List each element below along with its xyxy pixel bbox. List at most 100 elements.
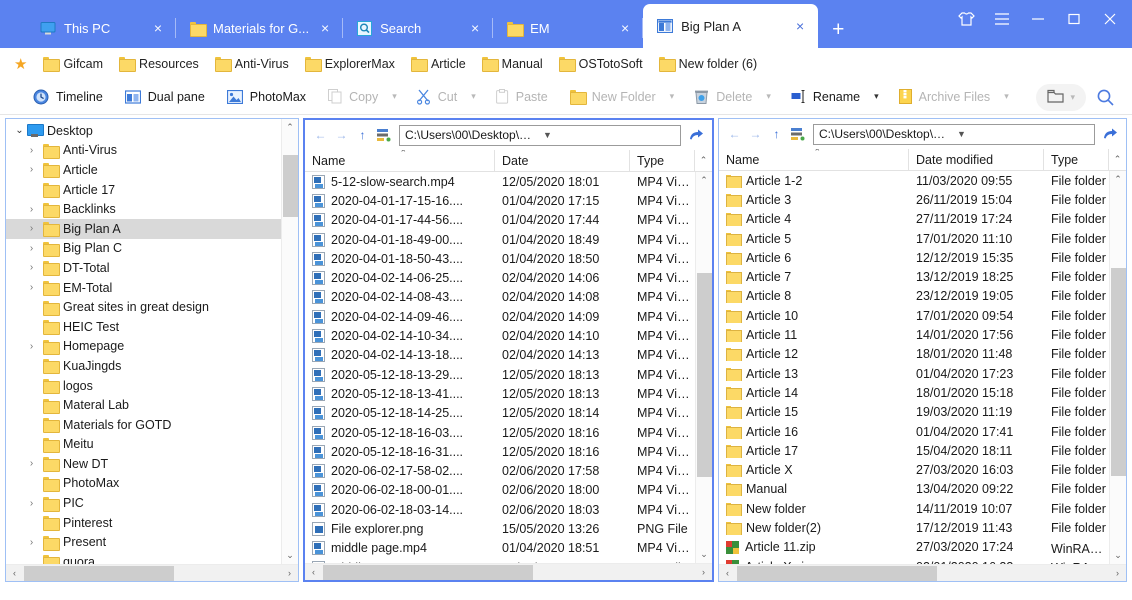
chevron-down-icon[interactable]: ▾ (468, 91, 485, 102)
tab-materials-for-g[interactable]: Materials for G... × (176, 8, 344, 48)
scroll-left-arrow[interactable]: ‹ (305, 567, 322, 577)
right-file-list[interactable]: Article 1-2 11/03/2020 09:55 File folder Ar… (719, 171, 1109, 564)
table-row[interactable]: 2020-04-02-14-13-18.... 02/04/2020 14:13 M… (305, 346, 695, 365)
scroll-left-arrow[interactable]: ‹ (6, 568, 23, 578)
column-header-name[interactable]: Name ⌃ (719, 148, 909, 171)
right-scroll-thumb[interactable] (1111, 268, 1126, 476)
scroll-right-arrow[interactable]: › (695, 567, 712, 577)
toolbar-dual-pane[interactable]: Dual pane (114, 86, 216, 108)
table-row[interactable]: Article X 27/03/2020 16:03 File folder (719, 460, 1109, 479)
view-mode-button[interactable]: ▾ (1036, 83, 1086, 111)
chevron-right-icon[interactable]: › (24, 204, 39, 215)
chevron-down-icon[interactable]: ▾ (1001, 91, 1018, 102)
tree-item-anti-virus[interactable]: › Anti-Virus (6, 141, 281, 161)
close-icon[interactable]: × (467, 21, 483, 35)
table-row[interactable]: Article 10 17/01/2020 09:54 File folder (719, 306, 1109, 325)
right-address-input[interactable]: C:\Users\00\Desktop\Article ▼ (813, 123, 1095, 145)
scroll-up-arrow[interactable]: ⌃ (282, 119, 298, 136)
bookmark-item[interactable]: Manual (474, 54, 551, 74)
tree-item-backlinks[interactable]: › Backlinks (6, 199, 281, 219)
column-header-type[interactable]: Type (1044, 148, 1109, 171)
back-button[interactable]: ← (724, 122, 745, 146)
close-button[interactable] (1094, 6, 1126, 32)
chevron-right-icon[interactable]: › (24, 223, 39, 234)
bookmark-item[interactable]: ExplorerMax (297, 54, 403, 74)
chevron-right-icon[interactable]: › (24, 243, 39, 254)
right-vertical-scrollbar[interactable]: ⌃ ⌄ (1109, 171, 1126, 564)
forward-button[interactable]: → (331, 123, 352, 147)
close-icon[interactable]: × (617, 21, 633, 35)
column-header-scroll-cap[interactable]: ⌃ (695, 150, 712, 172)
table-row[interactable]: New folder(2) 17/12/2019 11:43 File folder (719, 518, 1109, 537)
close-icon[interactable]: × (317, 21, 333, 35)
right-hscroll-thumb[interactable] (737, 566, 937, 581)
tree-item-big-plan-a[interactable]: › Big Plan A (6, 218, 281, 239)
left-scroll-thumb[interactable] (697, 273, 712, 477)
up-button[interactable]: ↑ (766, 122, 787, 146)
tree-item-pic[interactable]: › PIC (6, 493, 281, 513)
table-row[interactable]: Article 7 13/12/2019 18:25 File folder (719, 267, 1109, 286)
go-button[interactable] (685, 123, 707, 147)
menu-icon[interactable] (986, 6, 1018, 32)
chevron-right-icon[interactable]: › (24, 537, 39, 548)
tree-item-article[interactable]: › Article (6, 160, 281, 180)
column-header-type[interactable]: Type (630, 149, 695, 172)
toolbar-cut[interactable]: Cut (406, 85, 468, 109)
tree-item-present[interactable]: › Present (6, 532, 281, 552)
bookmark-item[interactable]: Anti-Virus (207, 54, 297, 74)
right-horizontal-scrollbar[interactable]: ‹ › (719, 564, 1126, 581)
chevron-right-icon[interactable]: › (24, 262, 39, 273)
scroll-down-arrow[interactable]: ⌄ (282, 547, 298, 564)
table-row[interactable]: 2020-04-01-18-49-00.... 01/04/2020 18:49 M… (305, 230, 695, 249)
chevron-down-icon[interactable]: ▾ (871, 91, 888, 102)
left-horizontal-scrollbar[interactable]: ‹ › (305, 563, 712, 580)
toolbar-new-folder[interactable]: New Folder (559, 86, 667, 108)
table-row[interactable]: Article 1-2 11/03/2020 09:55 File folder (719, 171, 1109, 190)
chevron-down-icon[interactable]: ⌄ (12, 125, 27, 136)
table-row[interactable]: Article 13 01/04/2020 17:23 File folder (719, 364, 1109, 383)
table-row[interactable]: 2020-04-01-18-50-43.... 01/04/2020 18:50 M… (305, 249, 695, 268)
new-tab-button[interactable]: + (818, 19, 858, 48)
breadcrumb-icon[interactable] (787, 122, 809, 146)
table-row[interactable]: 2020-04-02-14-08-43.... 02/04/2020 14:08 M… (305, 288, 695, 307)
star-icon[interactable]: ★ (10, 55, 35, 73)
tab-search[interactable]: Search × (343, 8, 494, 48)
chevron-down-icon[interactable]: ▼ (538, 130, 676, 140)
toolbar-timeline[interactable]: Timeline (22, 85, 114, 109)
left-address-input[interactable]: C:\Users\00\Desktop\Big Plan A ▼ (399, 124, 681, 146)
table-row[interactable]: 2020-05-12-18-16-31.... 12/05/2020 18:16 M… (305, 442, 695, 461)
chevron-right-icon[interactable]: › (24, 145, 39, 156)
table-row[interactable]: 2020-06-02-18-03-14.... 02/06/2020 18:03 M… (305, 500, 695, 519)
column-header-date[interactable]: Date (495, 149, 630, 172)
skin-icon[interactable] (950, 6, 982, 32)
table-row[interactable]: 2020-05-12-18-16-03.... 12/05/2020 18:16 M… (305, 423, 695, 442)
table-row[interactable]: 2020-05-12-18-13-41.... 12/05/2020 18:13 M… (305, 384, 695, 403)
toolbar-rename[interactable]: Rename (780, 85, 871, 108)
table-row[interactable]: 2020-05-12-18-13-29.... 12/05/2020 18:13 M… (305, 365, 695, 384)
close-icon[interactable]: × (792, 19, 808, 33)
bookmark-item[interactable]: New folder (6) (651, 54, 766, 74)
tree-item-quora[interactable]: quora (6, 552, 281, 564)
tree-item-great-sites-in-great-design[interactable]: Great sites in great design (6, 297, 281, 317)
scroll-right-arrow[interactable]: › (1109, 568, 1126, 578)
tree-item-logos[interactable]: logos (6, 376, 281, 396)
left-vertical-scrollbar[interactable]: ⌃ ⌄ (695, 172, 712, 563)
close-icon[interactable]: × (150, 21, 166, 35)
table-row[interactable]: Article 6 12/12/2019 15:35 File folder (719, 248, 1109, 267)
breadcrumb-icon[interactable] (373, 123, 395, 147)
table-row[interactable]: Article X.zip02/01/2020 16:23WinRAR ZIP … (719, 557, 1109, 564)
back-button[interactable]: ← (310, 123, 331, 147)
table-row[interactable]: New folder 14/11/2019 10:07 File folder (719, 499, 1109, 518)
toolbar-archive-files[interactable]: Archive Files (888, 85, 1002, 108)
tree-item-materal-lab[interactable]: Materal Lab (6, 395, 281, 415)
tree-item-dt-total[interactable]: › DT-Total (6, 258, 281, 278)
table-row[interactable]: 5-12-slow-search.mp4 12/05/2020 18:01 MP4 … (305, 172, 695, 191)
tree-hscroll-thumb[interactable] (24, 566, 174, 581)
up-button[interactable]: ↑ (352, 123, 373, 147)
minimize-button[interactable] (1022, 6, 1054, 32)
table-row[interactable]: Article 5 17/01/2020 11:10 File folder (719, 229, 1109, 248)
tree-item-big-plan-c[interactable]: › Big Plan C (6, 239, 281, 259)
tab-big-plan-a[interactable]: Big Plan A × (643, 4, 819, 48)
chevron-right-icon[interactable]: › (24, 341, 39, 352)
table-row[interactable]: 2020-04-02-14-10-34.... 02/04/2020 14:10 M… (305, 326, 695, 345)
